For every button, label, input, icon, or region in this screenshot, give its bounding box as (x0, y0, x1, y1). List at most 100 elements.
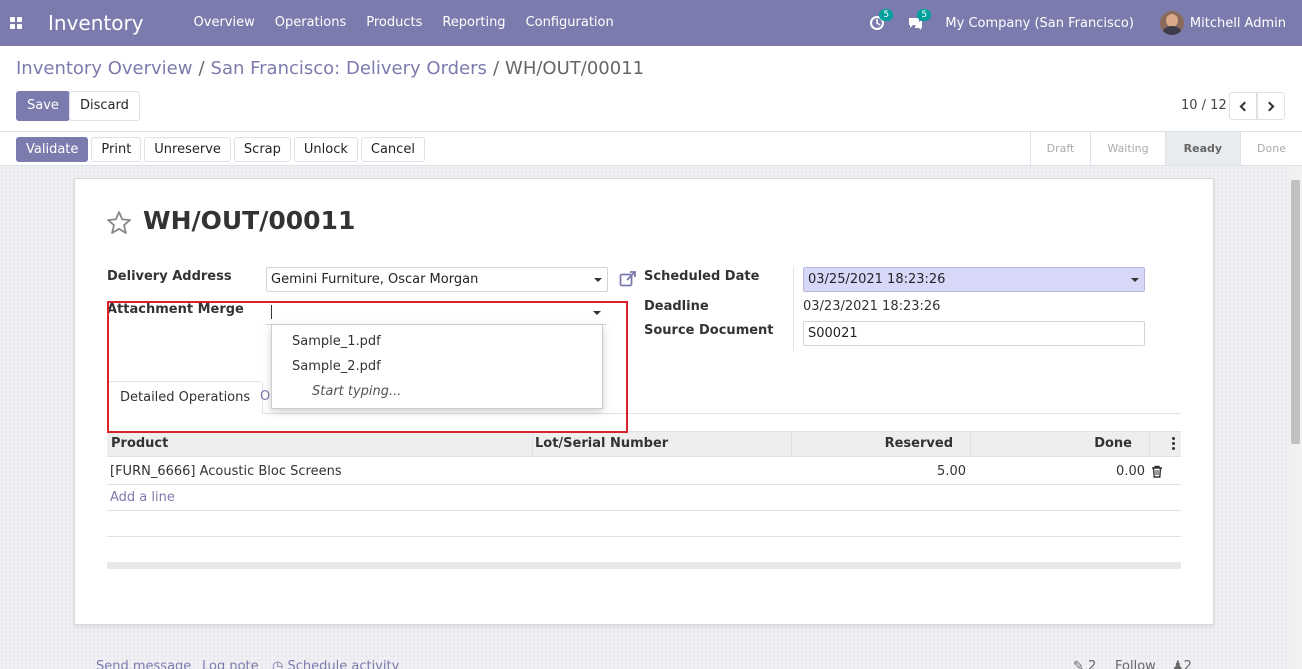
user-name: Mitchell Admin (1189, 15, 1286, 31)
menu-products[interactable]: Products (356, 0, 432, 46)
followers-button[interactable]: ♟2 (1172, 659, 1192, 669)
apps-menu-icon[interactable] (0, 0, 32, 46)
company-switcher[interactable]: My Company (San Francisco) (945, 16, 1133, 31)
delivery-address-value: Gemini Furniture, Oscar Morgan (271, 272, 479, 287)
unreserve-button[interactable]: Unreserve (144, 137, 231, 162)
star-icon[interactable] (106, 210, 132, 236)
scheduled-date-field[interactable]: 03/25/2021 18:23:26 (803, 267, 1145, 292)
column-reserved[interactable]: Reserved (885, 432, 953, 456)
tab-detailed-operations[interactable]: Detailed Operations (107, 381, 264, 414)
log-note-button[interactable]: Log note (202, 659, 259, 669)
user-menu[interactable]: Mitchell Admin (1159, 11, 1286, 35)
scheduled-date-value: 03/25/2021 18:23:26 (808, 272, 946, 287)
save-button[interactable]: Save (16, 91, 70, 121)
attachments-button[interactable]: ✎ 2 (1073, 659, 1096, 669)
chevron-right-icon (1264, 101, 1275, 111)
scrollbar-thumb[interactable] (1291, 180, 1300, 444)
menu-operations[interactable]: Operations (265, 0, 356, 46)
top-navbar: Inventory Overview Operations Products R… (0, 0, 1302, 46)
statusbar: Validate Print Unreserve Scrap Unlock Ca… (0, 131, 1302, 166)
breadcrumb-inventory-overview[interactable]: Inventory Overview (16, 58, 192, 79)
schedule-activity-label: Schedule activity (287, 659, 400, 669)
chevron-left-icon (1239, 101, 1250, 111)
attachment-autocomplete-dropdown: Sample_1.pdf Sample_2.pdf Start typing..… (271, 324, 603, 409)
send-message-button[interactable]: Send message (96, 659, 191, 669)
deadline-label: Deadline (644, 299, 709, 314)
external-link-icon[interactable] (619, 270, 637, 288)
deadline-value: 03/23/2021 18:23:26 (803, 299, 941, 314)
statusbar-actions: Validate Print Unreserve Scrap Unlock Ca… (16, 137, 425, 162)
trash-icon[interactable] (1151, 465, 1163, 478)
row-done: 0.00 (1116, 464, 1145, 479)
column-done[interactable]: Done (1094, 432, 1132, 456)
source-document-label: Source Document (644, 323, 774, 338)
messages-badge: 5 (917, 9, 932, 21)
column-product[interactable]: Product (111, 432, 168, 456)
cancel-button[interactable]: Cancel (360, 137, 425, 162)
stage-draft: Draft (1029, 132, 1091, 165)
clock-icon: ◷ (272, 659, 288, 669)
avatar (1159, 11, 1184, 35)
record-title: WH/OUT/00011 (143, 206, 356, 235)
table-row-add (107, 485, 1181, 511)
discard-button[interactable]: Discard (69, 91, 140, 121)
dropdown-option-sample-1[interactable]: Sample_1.pdf (292, 334, 381, 349)
column-separator (791, 432, 792, 456)
menu-configuration[interactable]: Configuration (516, 0, 624, 46)
breadcrumb: Inventory Overview / San Francisco: Delive… (16, 58, 644, 79)
scheduled-date-label: Scheduled Date (644, 269, 760, 284)
source-document-value: S00021 (808, 326, 858, 341)
attachment-merge-label: Attachment Merge (107, 302, 244, 317)
dropdown-option-sample-2[interactable]: Sample_2.pdf (292, 359, 381, 374)
pager-previous-button[interactable] (1229, 92, 1257, 120)
validate-button[interactable]: Validate (16, 137, 89, 162)
column-lot-serial[interactable]: Lot/Serial Number (535, 432, 668, 456)
stage-waiting: Waiting (1090, 132, 1164, 165)
table-row[interactable]: [FURN_6666] Acoustic Bloc Screens 5.00 0… (107, 458, 1181, 485)
dropdown-caret-icon (1131, 278, 1139, 282)
delivery-address-label: Delivery Address (107, 269, 232, 284)
main-menu: Overview Operations Products Reporting C… (184, 0, 624, 46)
menu-overview[interactable]: Overview (184, 0, 265, 46)
table-footer (107, 562, 1181, 569)
pager-value[interactable]: 10 / 12 (1181, 98, 1227, 113)
field-divider (793, 267, 794, 351)
row-product: [FURN_6666] Acoustic Bloc Screens (110, 464, 342, 479)
text-cursor (271, 305, 272, 319)
activity-badge: 5 (879, 9, 894, 21)
attachment-merge-input[interactable] (266, 300, 606, 325)
page-scrollbar[interactable] (1289, 166, 1302, 669)
stage-done: Done (1240, 132, 1302, 165)
print-button[interactable]: Print (91, 137, 142, 162)
row-reserved: 5.00 (937, 464, 966, 479)
dropdown-start-typing-hint: Start typing... (312, 384, 402, 399)
followers-count: 2 (1183, 659, 1192, 669)
paperclip-icon: ✎ (1073, 659, 1089, 669)
app-name[interactable]: Inventory (48, 11, 144, 35)
unlock-button[interactable]: Unlock (293, 137, 358, 162)
menu-reporting[interactable]: Reporting (432, 0, 515, 46)
activity-clock-icon[interactable]: 5 (869, 9, 894, 31)
column-separator (532, 432, 533, 456)
schedule-activity-button[interactable]: ◷ Schedule activity (272, 659, 399, 669)
status-stages: Draft Waiting Ready Done (1029, 132, 1302, 165)
follow-button[interactable]: Follow (1115, 659, 1156, 669)
pager-next-button[interactable] (1257, 92, 1285, 120)
dropdown-caret-icon (593, 311, 601, 315)
breadcrumb-current: WH/OUT/00011 (505, 58, 645, 79)
column-separator (970, 432, 971, 456)
add-line-link[interactable]: Add a line (110, 490, 175, 505)
column-options-icon[interactable] (1172, 437, 1175, 450)
dropdown-caret-icon (594, 278, 602, 282)
breadcrumb-separator: / (492, 58, 500, 79)
stage-ready: Ready (1164, 132, 1241, 165)
messages-chat-icon[interactable]: 5 (907, 9, 932, 31)
systray: 5 5 My Company (San Francisco) Mitchell … (869, 0, 1302, 46)
column-separator (1149, 432, 1150, 456)
attachments-count: 2 (1088, 659, 1097, 669)
user-icon: ♟ (1172, 659, 1184, 669)
source-document-field[interactable]: S00021 (803, 321, 1145, 346)
scrap-button[interactable]: Scrap (233, 137, 291, 162)
delivery-address-field[interactable]: Gemini Furniture, Oscar Morgan (266, 267, 608, 292)
breadcrumb-delivery-orders[interactable]: San Francisco: Delivery Orders (211, 58, 487, 79)
